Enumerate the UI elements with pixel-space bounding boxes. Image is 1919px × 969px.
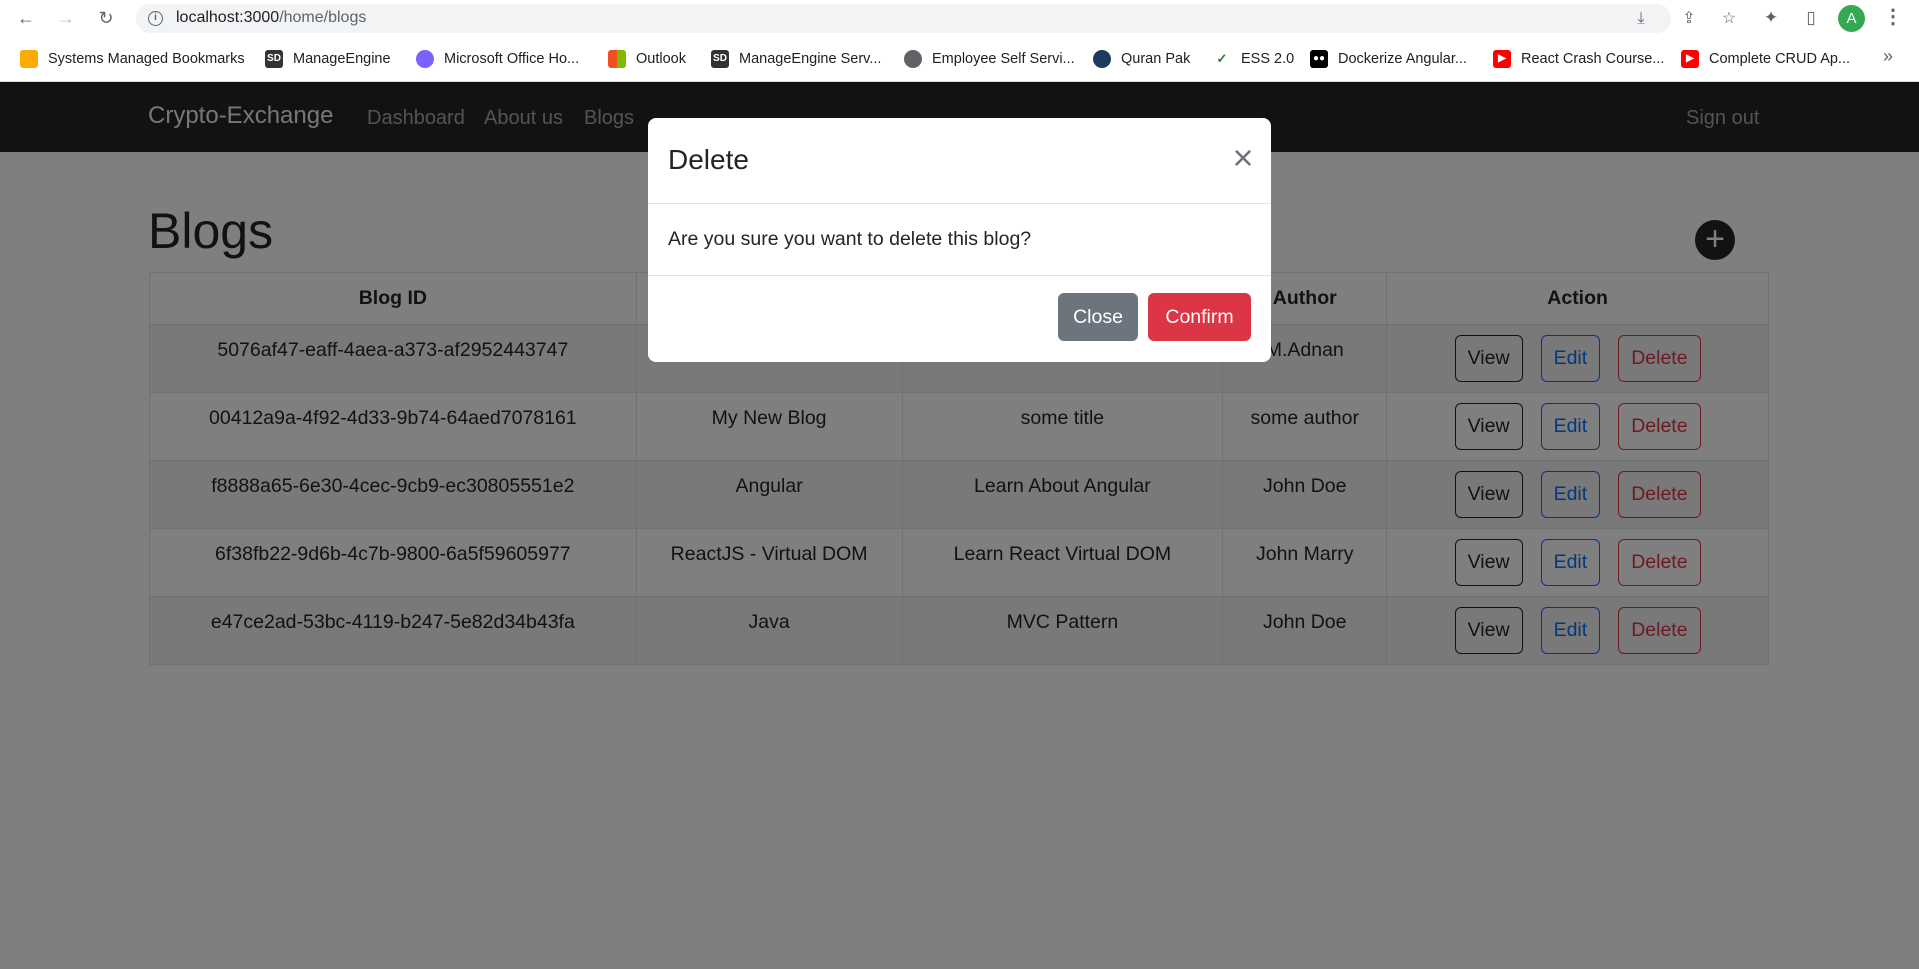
close-icon[interactable]: × — [1228, 140, 1258, 176]
profile-avatar[interactable]: A — [1838, 5, 1865, 32]
extensions-icon[interactable]: ✦ — [1760, 7, 1782, 29]
folder-icon — [20, 50, 38, 68]
modal-body: Are you sure you want to delete this blo… — [648, 204, 1271, 276]
bookmark-label: Complete CRUD Ap... — [1709, 51, 1851, 67]
address-bar[interactable]: i localhost:3000/home/blogs ⤓ ⇪ ☆ — [136, 4, 1736, 33]
bookmark-label: Microsoft Office Ho... — [444, 51, 580, 67]
ess-icon: ✓ — [1213, 50, 1231, 68]
bookmark-item[interactable]: ▶ Complete CRUD Ap... — [1681, 49, 1850, 69]
bookmark-label: Quran Pak — [1121, 51, 1191, 67]
bookmark-label: ESS 2.0 — [1241, 51, 1295, 67]
sd-icon: SD — [265, 50, 283, 68]
bookmark-item[interactable]: SD ManageEngine Serv... — [711, 49, 881, 69]
bookmark-item[interactable]: ●● Dockerize Angular... — [1310, 49, 1467, 69]
quran-icon — [1093, 50, 1111, 68]
url-path: /home/blogs — [279, 9, 367, 26]
bookmark-item[interactable]: Quran Pak — [1093, 49, 1190, 69]
install-icon[interactable]: ⤓ — [1632, 10, 1650, 28]
share-icon[interactable]: ⇪ — [1680, 10, 1698, 28]
bookmark-item[interactable]: ✓ ESS 2.0 — [1213, 49, 1294, 69]
url-text[interactable]: localhost:3000/home/blogs — [176, 9, 366, 27]
globe-icon — [904, 50, 922, 68]
close-button[interactable]: Close — [1058, 293, 1138, 341]
bookmark-star-icon[interactable]: ☆ — [1720, 10, 1738, 28]
confirm-button[interactable]: Confirm — [1148, 293, 1251, 341]
forward-icon[interactable]: → — [54, 6, 78, 30]
site-info-icon[interactable]: i — [148, 11, 163, 26]
microsoft-icon — [608, 50, 626, 68]
delete-modal: Delete × Are you sure you want to delete… — [648, 118, 1271, 362]
bookmark-item[interactable]: ▶ React Crash Course... — [1493, 49, 1664, 69]
modal-header: Delete × — [648, 118, 1271, 204]
sd-icon: SD — [711, 50, 729, 68]
office-icon — [416, 50, 434, 68]
bookmark-label: Outlook — [636, 51, 686, 67]
youtube-icon: ▶ — [1493, 50, 1511, 68]
bookmark-label: Systems Managed Bookmarks — [48, 51, 245, 67]
bookmarks-bar: Systems Managed Bookmarks SD ManageEngine… — [0, 36, 1919, 82]
bookmark-label: Dockerize Angular... — [1338, 51, 1467, 67]
back-icon[interactable]: ← — [14, 6, 38, 30]
bookmark-label: React Crash Course... — [1521, 51, 1665, 67]
modal-title: Delete — [668, 144, 749, 175]
youtube-icon: ▶ — [1681, 50, 1699, 68]
bookmark-label: ManageEngine Serv... — [739, 51, 882, 67]
bookmark-item[interactable]: Outlook — [608, 49, 686, 69]
bookmark-item[interactable]: Microsoft Office Ho... — [416, 49, 579, 69]
browser-menu-icon[interactable]: ⋮ — [1883, 6, 1903, 30]
browser-toolbar: ← → ↻ i localhost:3000/home/blogs ⤓ ⇪ ☆ … — [0, 0, 1919, 36]
medium-icon: ●● — [1310, 50, 1328, 68]
bookmark-label: Employee Self Servi... — [932, 51, 1075, 67]
modal-message: Are you sure you want to delete this blo… — [668, 228, 1032, 250]
bookmark-item[interactable]: SD ManageEngine — [265, 49, 391, 69]
bookmark-label: ManageEngine — [293, 51, 391, 67]
reload-icon[interactable]: ↻ — [94, 6, 118, 30]
bookmark-item[interactable]: Employee Self Servi... — [904, 49, 1075, 69]
bookmark-item[interactable]: Systems Managed Bookmarks — [20, 49, 245, 69]
modal-footer: Close Confirm — [648, 276, 1271, 362]
url-host: localhost:3000 — [176, 9, 280, 26]
bookmarks-overflow-icon[interactable]: » — [1883, 46, 1893, 67]
side-panel-icon[interactable]: ▯ — [1800, 7, 1822, 29]
